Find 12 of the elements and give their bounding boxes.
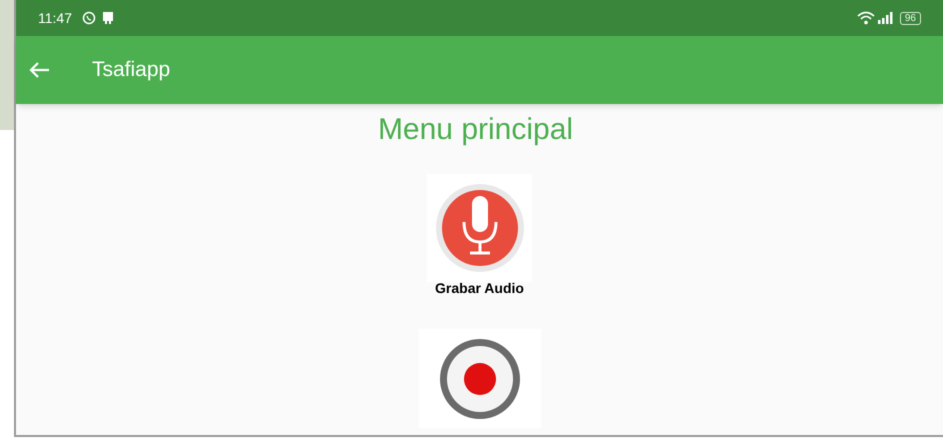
menu-label: Grabar Audio — [435, 279, 524, 298]
notification-icon — [102, 11, 114, 25]
wifi-icon — [856, 11, 875, 25]
chat-icon — [82, 11, 96, 25]
page-heading: Menu principal — [378, 112, 574, 148]
app-title: Tsafiapp — [92, 57, 170, 84]
back-arrow-icon[interactable] — [28, 61, 50, 79]
signal-icon — [878, 12, 894, 24]
status-time: 11:47 — [38, 8, 72, 28]
microphone-image[interactable] — [427, 174, 532, 282]
battery-indicator: 96 — [900, 12, 921, 24]
record-button-image[interactable] — [418, 329, 540, 428]
